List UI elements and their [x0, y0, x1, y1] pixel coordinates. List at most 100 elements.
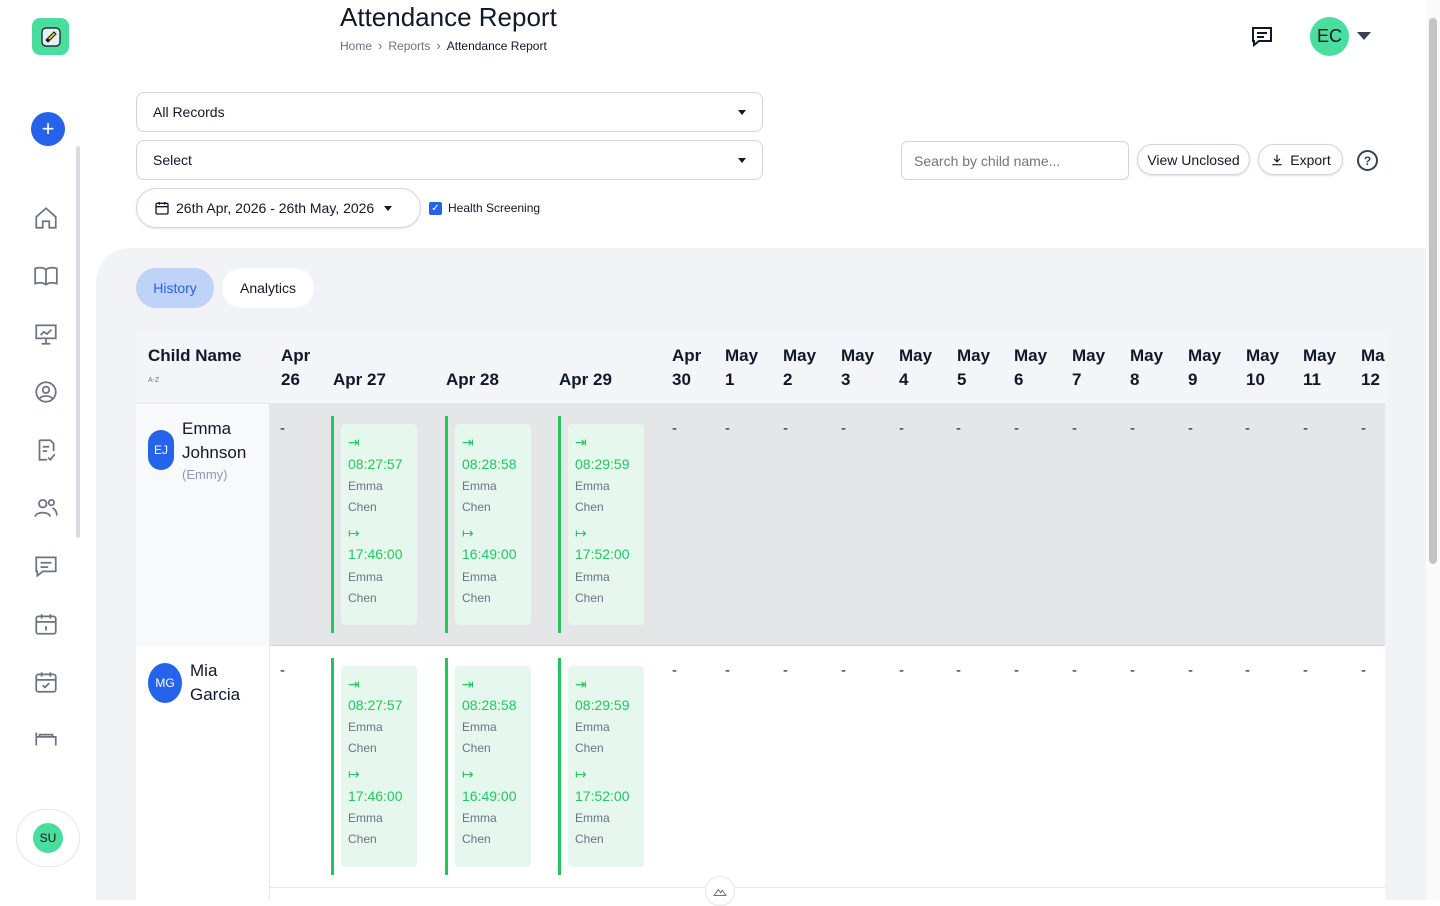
- empty-cell: -: [1130, 420, 1135, 437]
- table-row: - ⇥ 08:27:57 Emma Chen ↦ 17:46:00 Emma C…: [270, 404, 1385, 646]
- view-unclosed-button[interactable]: View Unclosed: [1137, 144, 1250, 175]
- breadcrumb-reports[interactable]: Reports: [388, 39, 430, 53]
- empty-cell: -: [841, 420, 846, 437]
- table-row-name-cell: MG Mia Garcia: [136, 647, 269, 889]
- column-divider: [269, 404, 270, 900]
- breadcrumb-home[interactable]: Home: [340, 39, 372, 53]
- users-icon[interactable]: [32, 494, 60, 522]
- chevron-down-icon[interactable]: [1357, 32, 1371, 40]
- empty-cell: -: [280, 420, 285, 437]
- check-out-time: 17:46:00: [348, 788, 403, 804]
- record-bar: [331, 658, 334, 875]
- chevron-down-icon: [738, 109, 746, 115]
- class-select[interactable]: Select: [136, 140, 763, 180]
- message-icon[interactable]: [32, 552, 60, 580]
- record-bar: [558, 416, 561, 633]
- sidebar-scrollbar[interactable]: [76, 146, 80, 538]
- child-name[interactable]: Emma Johnson: [182, 417, 246, 465]
- user-circle-icon[interactable]: [32, 378, 60, 406]
- child-avatar: MG: [148, 663, 182, 703]
- check-in-icon: ⇥: [575, 434, 587, 450]
- table-header: Child Name A-Z Apr 26 Apr 27 Apr 28 Apr …: [136, 332, 1385, 404]
- check-out-time: 17:46:00: [348, 546, 403, 562]
- checkbox-check-icon[interactable]: ✓: [429, 201, 442, 215]
- check-out-icon: ↦: [462, 525, 474, 541]
- app-logo[interactable]: [32, 18, 69, 55]
- health-screening-label: Health Screening: [448, 201, 541, 215]
- attendance-record[interactable]: ⇥ 08:29:59 Emma Chen ↦ 17:52:00 Emma Che…: [558, 658, 644, 875]
- check-in-by: Emma Chen: [462, 720, 497, 755]
- sort-icon[interactable]: A-Z: [148, 377, 159, 384]
- download-icon: [1272, 154, 1282, 165]
- clipboard-check-icon[interactable]: [32, 436, 60, 464]
- empty-cell: -: [725, 420, 730, 437]
- class-select-value: Select: [153, 152, 192, 168]
- child-name-header[interactable]: Child Name: [148, 344, 242, 368]
- mountain-icon[interactable]: [705, 876, 735, 906]
- empty-cell: -: [672, 420, 677, 437]
- help-icon[interactable]: ?: [1357, 150, 1378, 171]
- records-select[interactable]: All Records: [136, 92, 763, 132]
- bed-icon[interactable]: [32, 726, 60, 746]
- attendance-record[interactable]: ⇥ 08:28:58 Emma Chen ↦ 16:49:00 Emma Che…: [445, 416, 531, 633]
- column-header: Apr 30: [672, 346, 702, 389]
- empty-cell: -: [1361, 662, 1366, 679]
- calendar-check-icon[interactable]: [32, 668, 60, 696]
- column-header: May 10: [1246, 346, 1280, 389]
- attendance-record[interactable]: ⇥ 08:29:59 Emma Chen ↦ 17:52:00 Emma Che…: [558, 416, 644, 633]
- empty-cell: -: [783, 662, 788, 679]
- check-out-by: Emma Chen: [575, 570, 610, 605]
- profile-avatar[interactable]: EC: [1310, 17, 1349, 56]
- empty-cell: -: [1188, 662, 1193, 679]
- empty-cell: -: [841, 662, 846, 679]
- home-icon[interactable]: [32, 204, 60, 232]
- empty-cell: -: [1014, 420, 1019, 437]
- column-header: May 9: [1188, 346, 1222, 389]
- attendance-record[interactable]: ⇥ 08:28:58 Emma Chen ↦ 16:49:00 Emma Che…: [445, 658, 531, 875]
- calendar-icon: [155, 202, 169, 215]
- empty-cell: -: [1072, 420, 1077, 437]
- breadcrumb: Home › Reports › Attendance Report: [340, 38, 547, 53]
- calendar-icon[interactable]: [32, 610, 60, 638]
- check-out-by: Emma Chen: [462, 570, 497, 605]
- child-name[interactable]: Mia Garcia: [190, 659, 240, 707]
- empty-cell: -: [899, 662, 904, 679]
- check-out-icon: ↦: [575, 766, 587, 782]
- tab-history[interactable]: History: [136, 268, 214, 308]
- breadcrumb-current: Attendance Report: [446, 38, 547, 53]
- user-menu[interactable]: SU: [16, 809, 80, 867]
- records-select-value: All Records: [153, 104, 225, 120]
- check-in-icon: ⇥: [575, 676, 587, 692]
- export-label: Export: [1290, 151, 1331, 168]
- add-button[interactable]: +: [31, 112, 65, 146]
- chat-icon[interactable]: [1250, 24, 1274, 48]
- presentation-icon[interactable]: [32, 320, 60, 348]
- scrollbar-thumb[interactable]: [1429, 18, 1437, 564]
- attendance-table: Child Name A-Z Apr 26 Apr 27 Apr 28 Apr …: [136, 332, 1385, 900]
- book-icon[interactable]: [32, 262, 60, 290]
- chevron-right-icon: ›: [378, 38, 383, 53]
- attendance-record[interactable]: ⇥ 08:27:57 Emma Chen ↦ 17:46:00 Emma Che…: [331, 658, 417, 875]
- search-input[interactable]: [901, 141, 1129, 180]
- check-out-time: 17:52:00: [575, 546, 630, 562]
- empty-cell: -: [1130, 662, 1135, 679]
- check-out-icon: ↦: [348, 766, 360, 782]
- health-screening-checkbox[interactable]: ✓ Health Screening: [429, 201, 540, 215]
- check-in-time: 08:27:57: [348, 697, 403, 713]
- sidebar: + SU: [0, 0, 96, 900]
- check-out-time: 16:49:00: [462, 546, 517, 562]
- user-avatar: SU: [33, 823, 63, 853]
- chevron-down-icon: [738, 157, 746, 163]
- date-range-picker[interactable]: 26th Apr, 2026 - 26th May, 2026: [136, 188, 421, 228]
- page-scrollbar[interactable]: [1426, 0, 1440, 900]
- check-out-by: Emma Chen: [462, 811, 497, 846]
- empty-cell: -: [725, 662, 730, 679]
- empty-cell: -: [956, 420, 961, 437]
- table-row: - ⇥ 08:27:57 Emma Chen ↦ 17:46:00 Emma C…: [270, 646, 1385, 888]
- column-header: May 8: [1130, 346, 1164, 389]
- export-button[interactable]: Export: [1258, 144, 1343, 175]
- tab-analytics[interactable]: Analytics: [222, 268, 314, 308]
- attendance-record[interactable]: ⇥ 08:27:57 Emma Chen ↦ 17:46:00 Emma Che…: [331, 416, 417, 633]
- chevron-right-icon: ›: [436, 38, 441, 53]
- child-avatar: EJ: [148, 430, 174, 470]
